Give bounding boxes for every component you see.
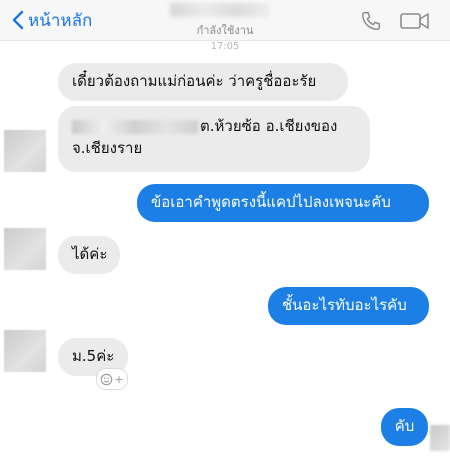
- incoming-message[interactable]: ต.ห้วยซ้อ อ.เชียงของ จ.เชียงราย: [58, 106, 370, 172]
- message-text: ต.ห้วยซ้อ อ.เชียงของ: [200, 117, 338, 135]
- message-text: ชั้นอะไรทับอะไรคับ: [282, 296, 407, 314]
- message-text: ได้ค่ะ: [72, 245, 108, 263]
- active-status: กำลังใช้งาน: [196, 24, 254, 37]
- outgoing-message[interactable]: ข้อเอาคำพูดตรงนี้แคปไปลงเพจนะคับ: [137, 184, 429, 222]
- redacted-text: [72, 119, 198, 134]
- outgoing-message[interactable]: ชั้นอะไรทับอะไรคับ: [268, 287, 429, 325]
- incoming-message[interactable]: ได้ค่ะ: [58, 236, 120, 274]
- message-text: จ.เชียงราย: [72, 139, 143, 157]
- avatar-partial: [430, 425, 450, 451]
- contact-name-redacted[interactable]: [170, 3, 270, 17]
- message-text: ม.5ค่ะ: [72, 347, 115, 365]
- timestamp: 17:05: [210, 41, 240, 52]
- add-reaction-button[interactable]: +: [96, 368, 128, 390]
- incoming-message[interactable]: เดี๋ยวต้องถามแม่ก่อนค่ะ ว่าครูชื่ออะรัย: [58, 63, 348, 101]
- message-text: คับ: [394, 417, 415, 435]
- smiley-add-icon: [101, 373, 113, 385]
- outgoing-message[interactable]: คับ: [381, 408, 428, 446]
- reaction-plus: +: [114, 372, 124, 386]
- avatar[interactable]: [4, 228, 46, 270]
- video-call-icon[interactable]: [400, 11, 430, 31]
- message-text: ข้อเอาคำพูดตรงนี้แคปไปลงเพจนะคับ: [151, 193, 391, 211]
- chat-header: หน้าหลัก กำลังใช้งาน: [0, 0, 450, 41]
- avatar[interactable]: [4, 130, 46, 172]
- phone-icon[interactable]: [360, 10, 382, 32]
- avatar[interactable]: [4, 330, 46, 372]
- message-text: เดี๋ยวต้องถามแม่ก่อนค่ะ ว่าครูชื่ออะรัย: [72, 72, 317, 90]
